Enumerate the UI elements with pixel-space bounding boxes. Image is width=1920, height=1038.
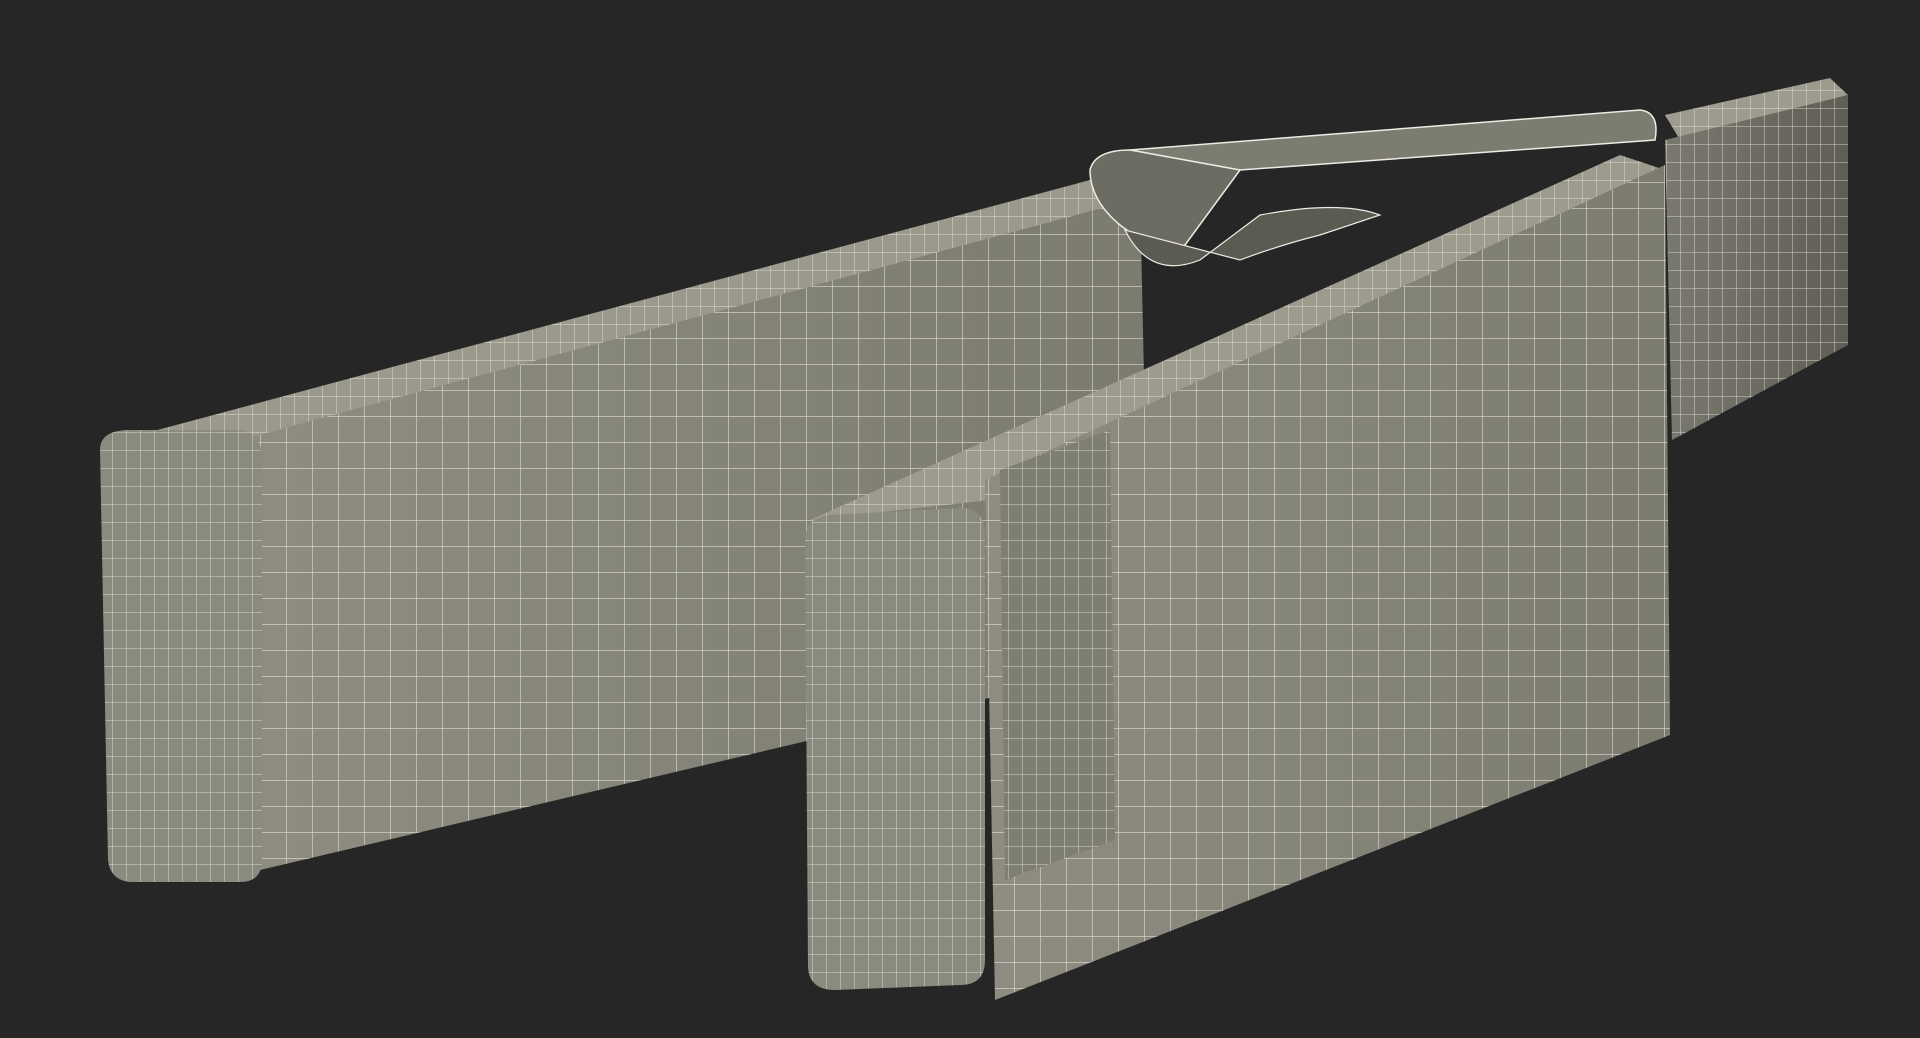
spring-bar bbox=[1129, 109, 1657, 171]
hinge-block bbox=[1665, 78, 1848, 440]
clothespin-render bbox=[100, 78, 1848, 1000]
